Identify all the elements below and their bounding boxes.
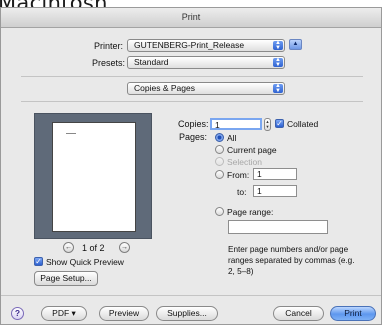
pages-all-label: All <box>227 133 237 143</box>
page-range-label: Page range: <box>227 207 274 217</box>
dialog-title: Print <box>1 8 381 28</box>
to-page-input[interactable]: 1 <box>253 185 297 197</box>
help-button[interactable]: ? <box>11 307 24 320</box>
collated-checkbox[interactable]: ✓ <box>275 119 284 128</box>
print-dialog: Print Printer: GUTENBERG-Print_Release ▲… <box>0 7 382 325</box>
popup-arrows-icon: ▲ ▼ <box>273 57 283 68</box>
collated-label: Collated <box>287 119 319 129</box>
page-indicator: 1 of 2 <box>82 243 105 253</box>
pages-current-radio[interactable] <box>215 145 224 154</box>
section-value: Copies & Pages <box>134 83 195 93</box>
show-quick-preview-label: Show Quick Preview <box>46 257 124 267</box>
preview-page-text-mark <box>66 133 76 134</box>
copies-input[interactable]: 1 <box>210 118 262 130</box>
next-page-button[interactable]: → <box>119 242 130 253</box>
page-range-hint: Enter page numbers and/or page ranges se… <box>228 245 355 276</box>
preview-button[interactable]: Preview <box>99 306 149 321</box>
pages-selection-radio <box>215 157 224 166</box>
printer-popup[interactable]: GUTENBERG-Print_Release ▲ ▼ <box>127 39 285 52</box>
checkmark-icon: ✓ <box>276 119 283 128</box>
pages-all-radio[interactable] <box>215 133 224 142</box>
copies-label: Copies: <box>178 119 209 129</box>
from-page-input[interactable]: 1 <box>253 168 297 180</box>
page-range-input[interactable] <box>228 220 328 234</box>
arrow-right-icon: → <box>121 244 128 251</box>
pages-label: Pages: <box>179 132 208 142</box>
question-mark-icon: ? <box>14 308 21 318</box>
to-label: to: <box>237 187 247 197</box>
printer-label: Printer: <box>94 41 124 51</box>
pages-from-radio[interactable] <box>215 170 224 179</box>
separator <box>21 76 363 77</box>
pages-from-label: From: <box>227 170 250 180</box>
pages-range-radio[interactable] <box>215 207 224 216</box>
presets-value: Standard <box>134 57 169 67</box>
popup-arrows-icon: ▲ ▼ <box>273 83 283 94</box>
pages-current-label: Current page <box>227 145 277 155</box>
preview-page <box>52 122 136 232</box>
pages-selection-label: Selection <box>227 157 262 167</box>
page-setup-button[interactable]: Page Setup... <box>34 271 98 286</box>
print-button[interactable]: Print <box>330 306 376 321</box>
copies-stepper[interactable]: ▲ ▼ <box>264 118 271 131</box>
printer-value: GUTENBERG-Print_Release <box>134 40 245 50</box>
cancel-button[interactable]: Cancel <box>273 306 324 321</box>
separator <box>1 295 381 296</box>
page-preview <box>34 113 152 239</box>
arrow-left-icon: ← <box>65 244 72 251</box>
popup-arrows-icon: ▲ ▼ <box>273 40 283 51</box>
previous-page-button[interactable]: ← <box>63 242 74 253</box>
show-quick-preview-checkbox[interactable]: ✓ <box>34 257 43 266</box>
separator <box>21 101 363 102</box>
presets-label: Presets: <box>92 58 126 68</box>
supplies-button[interactable]: Supplies... <box>156 306 218 321</box>
checkmark-icon: ✓ <box>35 257 42 266</box>
expand-dialog-button[interactable]: ▲ <box>289 39 302 50</box>
presets-popup[interactable]: Standard ▲ ▼ <box>127 56 285 69</box>
pdf-button[interactable]: PDF ▾ <box>41 306 87 321</box>
section-popup[interactable]: Copies & Pages ▲ ▼ <box>127 82 285 95</box>
